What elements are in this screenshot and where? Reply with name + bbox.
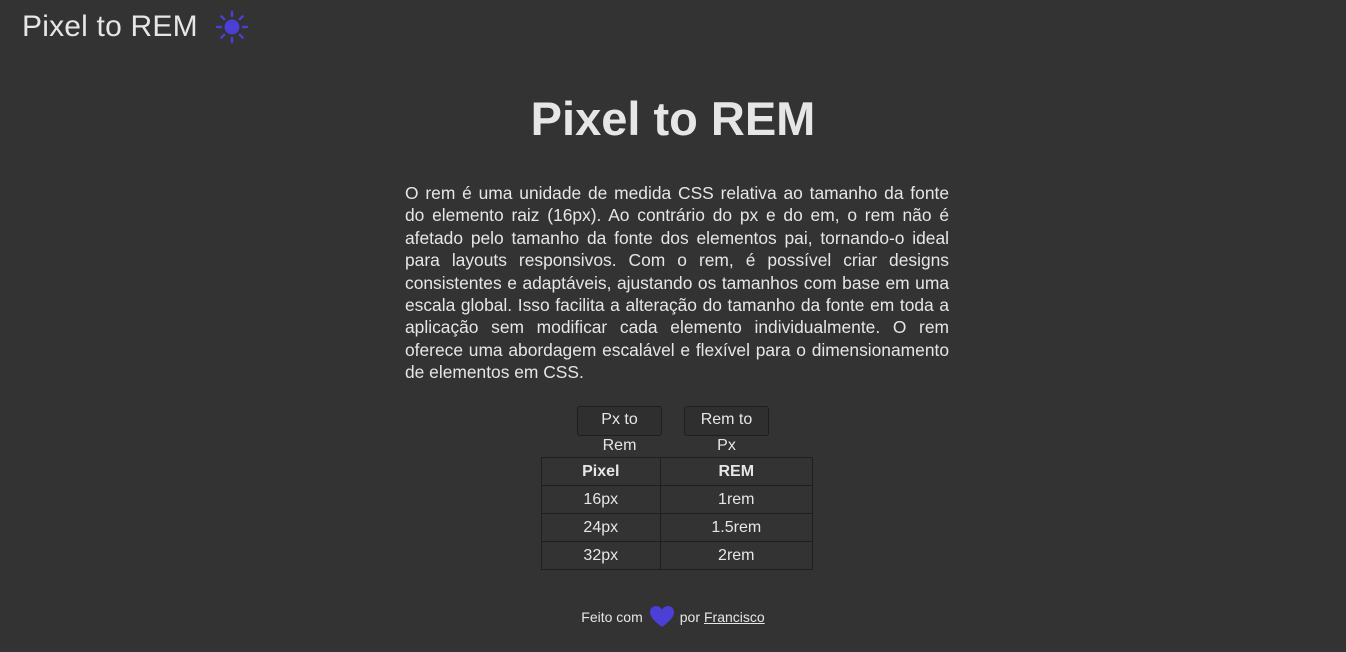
rem-cell: 1rem: [659, 485, 814, 514]
mode-buttons: Px to Rem Rem to Px: [0, 406, 1346, 454]
column-header-rem: REM: [659, 457, 814, 486]
site-brand[interactable]: Pixel to REM: [22, 8, 198, 46]
table-header-row: Pixel REM: [541, 457, 814, 486]
pixel-cell: 24px: [541, 513, 661, 542]
heart-icon: [649, 604, 675, 630]
column-header-pixel: Pixel: [541, 457, 661, 486]
conversion-table: Pixel REM 16px 1rem 24px 1.5rem 32px 2re…: [541, 457, 814, 570]
intro-paragraph: O rem é uma unidade de medida CSS relati…: [405, 183, 949, 383]
px-to-rem-button[interactable]: Px to Rem: [577, 406, 662, 454]
pixel-cell: 16px: [541, 485, 661, 514]
rem-to-px-button[interactable]: Rem to Px: [684, 406, 769, 454]
pixel-cell: 32px: [541, 541, 661, 570]
rem-cell: 1.5rem: [659, 513, 814, 542]
rem-cell: 2rem: [659, 541, 814, 570]
theme-toggle-button[interactable]: [215, 10, 249, 44]
site-footer: Feito com por Francisco: [0, 604, 1346, 630]
page-title: Pixel to REM: [530, 92, 816, 145]
table-row: 24px 1.5rem: [541, 513, 814, 542]
by-text: por: [679, 609, 700, 625]
author-link[interactable]: Francisco: [704, 609, 765, 625]
site-header: Pixel to REM: [22, 8, 249, 46]
table-row: 16px 1rem: [541, 485, 814, 514]
table-row: 32px 2rem: [541, 541, 814, 570]
made-with-text: Feito com: [581, 609, 643, 625]
sun-icon: [215, 10, 248, 44]
